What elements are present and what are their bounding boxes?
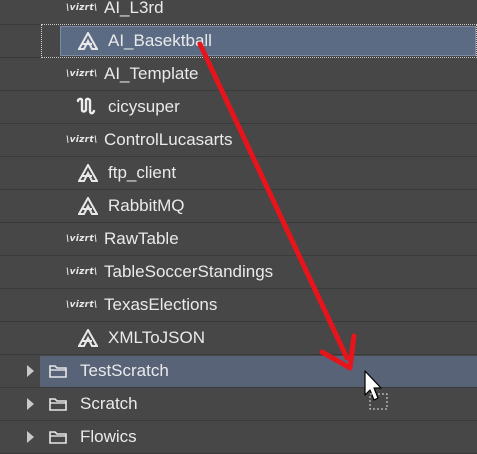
vizrt-icon: \vizrt\ <box>66 300 98 310</box>
tree-folder-label: Scratch <box>80 394 138 413</box>
chevron-right-icon[interactable] <box>27 398 34 410</box>
vizrt-icon: \vizrt\ <box>66 234 98 244</box>
tree-folder-testscratch[interactable]: TestScratch <box>0 355 477 388</box>
unreal-icon <box>74 97 98 117</box>
tree-item-ai-l3rd[interactable]: \vizrt\ AI_L3rd <box>0 0 477 25</box>
tree-item-label: XMLToJSON <box>108 328 205 347</box>
tree-folder-label: Flowics <box>80 427 137 446</box>
tree-item-label: AI_Basektball <box>108 31 212 50</box>
folder-icon <box>49 397 67 416</box>
chevron-right-icon[interactable] <box>27 431 34 443</box>
vizrt-icon: \vizrt\ <box>66 69 98 79</box>
artist-a-icon <box>76 31 100 51</box>
vizrt-icon: \vizrt\ <box>66 135 98 145</box>
folder-icon <box>49 430 67 449</box>
tree-item-label: cicysuper <box>108 97 180 116</box>
tree-item-texaselections[interactable]: \vizrt\ TexasElections <box>0 289 477 322</box>
tree-item-ai-basektball[interactable]: AI_Basektball <box>0 24 477 58</box>
vizrt-icon: \vizrt\ <box>66 267 98 277</box>
tree-item-label: TableSoccerStandings <box>104 262 274 281</box>
tree-item-rawtable[interactable]: \vizrt\ RawTable <box>0 223 477 256</box>
tree-item-tablesoccerstandings[interactable]: \vizrt\ TableSoccerStandings <box>0 256 477 289</box>
project-tree: \vizrt\ AI_L3rd AI_Basektball \vizrt\ AI… <box>0 0 477 454</box>
tree-item-label: AI_L3rd <box>104 0 164 17</box>
tree-item-controllucasarts[interactable]: \vizrt\ ControlLucasarts <box>0 124 477 157</box>
tree-item-xmltojson[interactable]: XMLToJSON <box>0 322 477 355</box>
tree-folder-flowics[interactable]: Flowics <box>0 421 477 454</box>
focus-outline <box>41 24 477 58</box>
artist-a-icon <box>76 196 100 216</box>
tree-item-label: RabbitMQ <box>108 196 185 215</box>
tree-item-rabbitmq[interactable]: RabbitMQ <box>0 190 477 223</box>
artist-a-icon <box>76 328 100 348</box>
tree-item-label: ControlLucasarts <box>104 130 233 149</box>
tree-item-cicysuper[interactable]: cicysuper <box>0 91 477 124</box>
tree-folder-scratch[interactable]: Scratch <box>0 388 477 421</box>
tree-folder-label: TestScratch <box>80 361 169 380</box>
tree-item-label: RawTable <box>104 229 179 248</box>
vizrt-icon: \vizrt\ <box>66 3 98 13</box>
tree-item-label: AI_Template <box>104 64 199 83</box>
tree-item-ftp-client[interactable]: ftp_client <box>0 157 477 190</box>
tree-item-label: TexasElections <box>104 295 218 314</box>
chevron-right-icon[interactable] <box>27 365 34 377</box>
tree-item-ai-template[interactable]: \vizrt\ AI_Template <box>0 58 477 91</box>
tree-item-label: ftp_client <box>108 163 177 182</box>
artist-a-icon <box>76 163 100 183</box>
folder-icon <box>49 364 67 383</box>
